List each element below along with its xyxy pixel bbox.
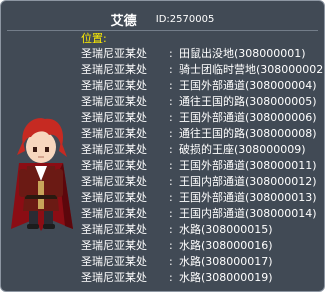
location-item: 圣瑞尼亚某处: 水路(308000019) bbox=[81, 270, 324, 286]
location-item: 圣瑞尼亚某处: 王国内部通道(308000012) bbox=[81, 174, 324, 190]
location-separator: : bbox=[169, 143, 173, 156]
location-item: 圣瑞尼亚某处: 水路(308000015) bbox=[81, 222, 324, 238]
location-region: 圣瑞尼亚某处 bbox=[81, 223, 147, 236]
location-separator: : bbox=[169, 223, 173, 236]
location-place: 王国内部通道(308000014) bbox=[179, 207, 317, 220]
npc-name: 艾德 bbox=[110, 14, 137, 29]
location-place: 王国外部通道(308000004) bbox=[179, 79, 317, 92]
location-place: 水路(308000016) bbox=[179, 239, 273, 252]
header-divider bbox=[7, 30, 318, 31]
location-separator: : bbox=[169, 127, 173, 140]
location-place: 田鼠出没地(308000001) bbox=[179, 47, 306, 60]
location-region: 圣瑞尼亚某处 bbox=[81, 95, 147, 108]
location-separator: : bbox=[169, 255, 173, 268]
location-separator: : bbox=[169, 47, 173, 60]
tooltip-header: 艾德 ID:2570005 bbox=[1, 9, 324, 29]
location-list: 圣瑞尼亚某处: 田鼠出没地(308000001) 圣瑞尼亚某处: 骑士团临时营地(30… bbox=[81, 46, 325, 286]
location-place: 通往王国的路(308000005) bbox=[179, 95, 317, 108]
location-region: 圣瑞尼亚某处 bbox=[81, 111, 147, 124]
location-separator: : bbox=[169, 191, 173, 204]
location-separator: : bbox=[169, 63, 173, 76]
location-region: 圣瑞尼亚某处 bbox=[81, 255, 147, 268]
location-place: 通往王国的路(308000008) bbox=[179, 127, 317, 140]
location-label: 位置: bbox=[81, 32, 107, 45]
location-region: 圣瑞尼亚某处 bbox=[81, 63, 147, 76]
location-place: 水路(308000017) bbox=[179, 255, 273, 268]
location-region: 圣瑞尼亚某处 bbox=[81, 159, 147, 172]
location-separator: : bbox=[169, 175, 173, 188]
location-place: 王国内部通道(308000012) bbox=[179, 175, 317, 188]
location-item: 圣瑞尼亚某处: 通往王国的路(308000008) bbox=[81, 126, 324, 142]
location-place: 水路(308000019) bbox=[179, 271, 273, 284]
npc-portrait bbox=[5, 111, 77, 236]
npc-tooltip: 艾德 ID:2570005 位置: 圣瑞尼亚某处: 田鼠出没地(3080000… bbox=[0, 0, 325, 292]
location-separator: : bbox=[169, 207, 173, 220]
location-item: 圣瑞尼亚某处: 骑士团临时营地(308000002) bbox=[81, 62, 325, 78]
location-region: 圣瑞尼亚某处 bbox=[81, 271, 147, 284]
location-separator: : bbox=[169, 95, 173, 108]
location-item: 圣瑞尼亚某处: 王国外部通道(308000011) bbox=[81, 158, 324, 174]
location-region: 圣瑞尼亚某处 bbox=[81, 175, 147, 188]
location-region: 圣瑞尼亚某处 bbox=[81, 191, 147, 204]
location-place: 水路(308000015) bbox=[179, 223, 273, 236]
location-item: 圣瑞尼亚某处: 水路(308000017) bbox=[81, 254, 324, 270]
location-separator: : bbox=[169, 159, 173, 172]
location-place: 骑士团临时营地(308000002) bbox=[179, 63, 325, 76]
location-item: 圣瑞尼亚某处: 破损的王座(308000009) bbox=[81, 142, 324, 158]
location-region: 圣瑞尼亚某处 bbox=[81, 207, 147, 220]
location-region: 圣瑞尼亚某处 bbox=[81, 239, 147, 252]
location-separator: : bbox=[169, 239, 173, 252]
location-region: 圣瑞尼亚某处 bbox=[81, 143, 147, 156]
location-item: 圣瑞尼亚某处: 水路(308000016) bbox=[81, 238, 324, 254]
location-item: 圣瑞尼亚某处: 王国外部通道(308000006) bbox=[81, 110, 324, 126]
location-item: 圣瑞尼亚某处: 王国内部通道(308000014) bbox=[81, 206, 324, 222]
location-item: 圣瑞尼亚某处: 王国外部通道(308000013) bbox=[81, 190, 324, 206]
location-place: 王国外部通道(308000006) bbox=[179, 111, 317, 124]
location-place: 王国外部通道(308000011) bbox=[179, 159, 317, 172]
npc-character-image bbox=[11, 118, 73, 231]
location-separator: : bbox=[169, 271, 173, 284]
location-place: 王国外部通道(308000013) bbox=[179, 191, 317, 204]
location-item: 圣瑞尼亚某处: 通往王国的路(308000005) bbox=[81, 94, 324, 110]
location-separator: : bbox=[169, 111, 173, 124]
location-region: 圣瑞尼亚某处 bbox=[81, 79, 147, 92]
location-separator: : bbox=[169, 79, 173, 92]
location-item: 圣瑞尼亚某处: 田鼠出没地(308000001) bbox=[81, 46, 324, 62]
location-place: 破损的王座(308000009) bbox=[179, 143, 306, 156]
location-region: 圣瑞尼亚某处 bbox=[81, 47, 147, 60]
location-region: 圣瑞尼亚某处 bbox=[81, 127, 147, 140]
location-item: 圣瑞尼亚某处: 王国外部通道(308000004) bbox=[81, 78, 324, 94]
npc-id: ID:2570005 bbox=[155, 14, 215, 25]
